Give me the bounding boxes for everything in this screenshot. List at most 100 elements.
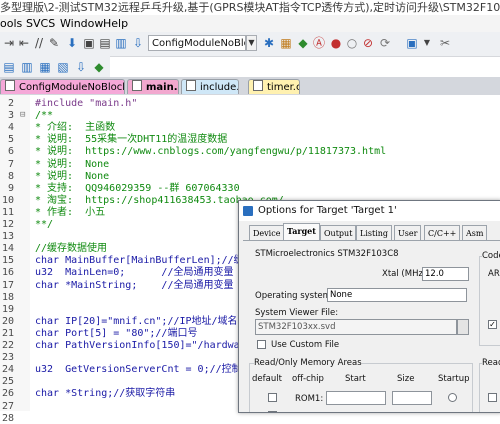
target-options-icon[interactable]: ✱ bbox=[262, 36, 276, 50]
code-line[interactable]: char PathVersionInfo[150]="/hardwar bbox=[35, 340, 246, 352]
code-line[interactable]: * 说明: 55采集一次DHT11的温湿度数据 bbox=[35, 134, 227, 146]
debug-icon[interactable]: Ⓐ bbox=[312, 36, 326, 50]
config-icon[interactable]: ✂ bbox=[438, 36, 452, 50]
tab-include-h[interactable]: include.h bbox=[181, 79, 239, 94]
line-number: 23 bbox=[1, 352, 14, 364]
file-icon bbox=[5, 80, 15, 91]
rom1-label: ROM1: bbox=[295, 394, 324, 404]
code-line[interactable]: char Port[5] = "80";//端口号 bbox=[35, 328, 197, 340]
menu-svcs[interactable]: SVCS bbox=[26, 15, 55, 32]
rebuild-icon[interactable]: ▥ bbox=[114, 36, 128, 50]
col-size: Size bbox=[397, 374, 415, 384]
line-number: 18 bbox=[1, 291, 14, 303]
xtal-input[interactable]: 12.0 bbox=[422, 267, 469, 281]
menu-help[interactable]: Help bbox=[103, 15, 128, 32]
rebuild-all-icon[interactable]: ▦ bbox=[38, 60, 52, 74]
os-select[interactable]: None bbox=[327, 288, 467, 302]
tab-target[interactable]: Target bbox=[283, 223, 320, 240]
code-group-label: Code bbox=[482, 251, 500, 261]
line-number: 4 bbox=[7, 122, 14, 134]
breakpoint-icon[interactable]: ● bbox=[329, 36, 343, 50]
code-line[interactable]: u32 GetVersionServerCnt = 0;//控制 bbox=[35, 364, 242, 376]
code-line[interactable]: /** bbox=[35, 110, 53, 122]
ram1-default-checkbox[interactable] bbox=[488, 393, 497, 402]
menu-tools[interactable]: ools bbox=[0, 15, 22, 32]
line-number: 14 bbox=[1, 243, 14, 255]
tab-listing[interactable]: Listing bbox=[356, 225, 393, 240]
line-number: 27 bbox=[1, 400, 14, 412]
svf-input[interactable]: STM32F103xx.svd bbox=[255, 319, 457, 335]
rom1-startup-radio[interactable] bbox=[448, 393, 457, 402]
file-extensions-icon[interactable]: ▦ bbox=[279, 36, 293, 50]
code-line[interactable]: * 说明: https://www.cnblogs.com/yangfengwu… bbox=[35, 146, 386, 158]
file-icon bbox=[186, 80, 196, 91]
tab-c-cpp[interactable]: C/C++ bbox=[424, 225, 461, 240]
code-line[interactable]: //缓存数据使用 bbox=[35, 243, 107, 255]
fold-marker-icon[interactable]: ⊟ bbox=[20, 110, 27, 120]
tab-asm[interactable]: Asm bbox=[462, 225, 488, 240]
code-line[interactable]: * 支持: QQ946029359 --群 607064330 bbox=[35, 183, 240, 195]
col-start: Start bbox=[345, 374, 366, 384]
window-layout-icon[interactable]: ▣ bbox=[405, 36, 419, 50]
indent-icon[interactable]: ⇥ bbox=[2, 36, 16, 50]
app-icon bbox=[243, 206, 253, 216]
manage-packs-icon[interactable]: ◆ bbox=[296, 36, 310, 50]
code-line[interactable]: char *MainString; //全局通用变量 bbox=[35, 280, 233, 292]
load-icon[interactable]: ⇩ bbox=[131, 36, 145, 50]
rom2-default-checkbox[interactable] bbox=[268, 411, 277, 412]
code-line[interactable]: * 作者: 小五 bbox=[35, 207, 105, 219]
line-number: 16 bbox=[1, 267, 14, 279]
code-line[interactable]: **/ bbox=[35, 219, 53, 231]
download-icon[interactable]: ⬇ bbox=[65, 36, 79, 50]
menu-window[interactable]: Window bbox=[60, 15, 103, 32]
tab-main-c[interactable]: main.c bbox=[127, 79, 179, 94]
tab-label: main.c bbox=[146, 82, 178, 93]
tab-timer-c[interactable]: timer.c bbox=[248, 79, 300, 94]
chevron-down-icon[interactable]: ▼ bbox=[246, 35, 257, 51]
translate-icon[interactable]: ▣ bbox=[82, 36, 96, 50]
line-number: 24 bbox=[1, 364, 14, 376]
code-line[interactable]: * 介绍: 主函数 bbox=[35, 122, 115, 134]
target-select[interactable]: ConfigModuleNoBlockFl bbox=[148, 35, 246, 51]
code-generation-group: Code AR ✓ bbox=[479, 251, 500, 346]
svf-browse-button[interactable] bbox=[457, 319, 469, 335]
code-line[interactable]: * 说明: None bbox=[35, 159, 109, 171]
layout-dropdown-icon[interactable]: ▼ bbox=[420, 36, 434, 50]
window-title: 多型理版\2-测试STM32远程乒乓升级,基于(GPRS模块AT指令TCP透传方… bbox=[0, 1, 500, 14]
load-target-icon[interactable]: ⇩ bbox=[74, 60, 88, 74]
code-line[interactable]: u32 MainLen=0; //全局通用变量 bbox=[35, 267, 233, 279]
build-target-icon[interactable]: ▥ bbox=[20, 60, 34, 74]
pack-installer-icon[interactable]: ◆ bbox=[92, 60, 106, 74]
tab-output[interactable]: Output bbox=[320, 225, 357, 240]
rom1-default-checkbox[interactable] bbox=[268, 393, 277, 402]
code-line[interactable]: char IP[20]="mnif.cn";//IP地址/域名 bbox=[35, 316, 238, 328]
code-line[interactable]: * 说明: None bbox=[35, 171, 109, 183]
file-icon bbox=[132, 80, 142, 91]
unindent-icon[interactable]: ⇤ bbox=[17, 36, 31, 50]
kill-breakpoints-icon[interactable]: ⊘ bbox=[361, 36, 375, 50]
code-checkbox[interactable]: ✓ bbox=[488, 320, 497, 329]
rom1-start-input[interactable] bbox=[326, 391, 386, 405]
tab-user[interactable]: User bbox=[394, 225, 422, 240]
tab-device[interactable]: Device bbox=[249, 225, 285, 240]
compile-icon[interactable]: ▤ bbox=[2, 60, 16, 74]
line-number: 26 bbox=[1, 388, 14, 400]
line-number: 7 bbox=[7, 158, 14, 170]
uncomment-icon[interactable]: ✎ bbox=[47, 36, 61, 50]
line-number: 8 bbox=[7, 170, 14, 182]
code-line[interactable]: char *String;//获取字符串 bbox=[35, 388, 175, 400]
code-line[interactable]: #include "main.h" bbox=[35, 98, 137, 110]
build-toolbar: ⇥ ⇤ // ✎ ⬇ ▣ ▤ ▥ ⇩ ConfigModuleNoBlockFl… bbox=[0, 32, 500, 57]
dialog-title-bar: Options for Target 'Target 1' bbox=[239, 201, 500, 221]
batch-build-icon[interactable]: ▧ bbox=[56, 60, 70, 74]
tab-label: timer.c bbox=[267, 82, 300, 93]
use-custom-file-checkbox[interactable] bbox=[257, 340, 266, 349]
tab-configmodulenoblock-c[interactable]: ConfigModuleNoBlock.c bbox=[0, 79, 125, 94]
code-line[interactable]: char MainBuffer[MainBufferLen];//缓 bbox=[35, 255, 244, 267]
disable-breakpoint-icon[interactable]: ○ bbox=[345, 36, 359, 50]
build-icon[interactable]: ▤ bbox=[98, 36, 112, 50]
device-name: STMicroelectronics STM32F103C8 bbox=[255, 249, 399, 259]
clear-icon[interactable]: ⟳ bbox=[378, 36, 392, 50]
rom1-size-input[interactable] bbox=[392, 391, 432, 405]
comment-icon[interactable]: // bbox=[32, 36, 46, 50]
